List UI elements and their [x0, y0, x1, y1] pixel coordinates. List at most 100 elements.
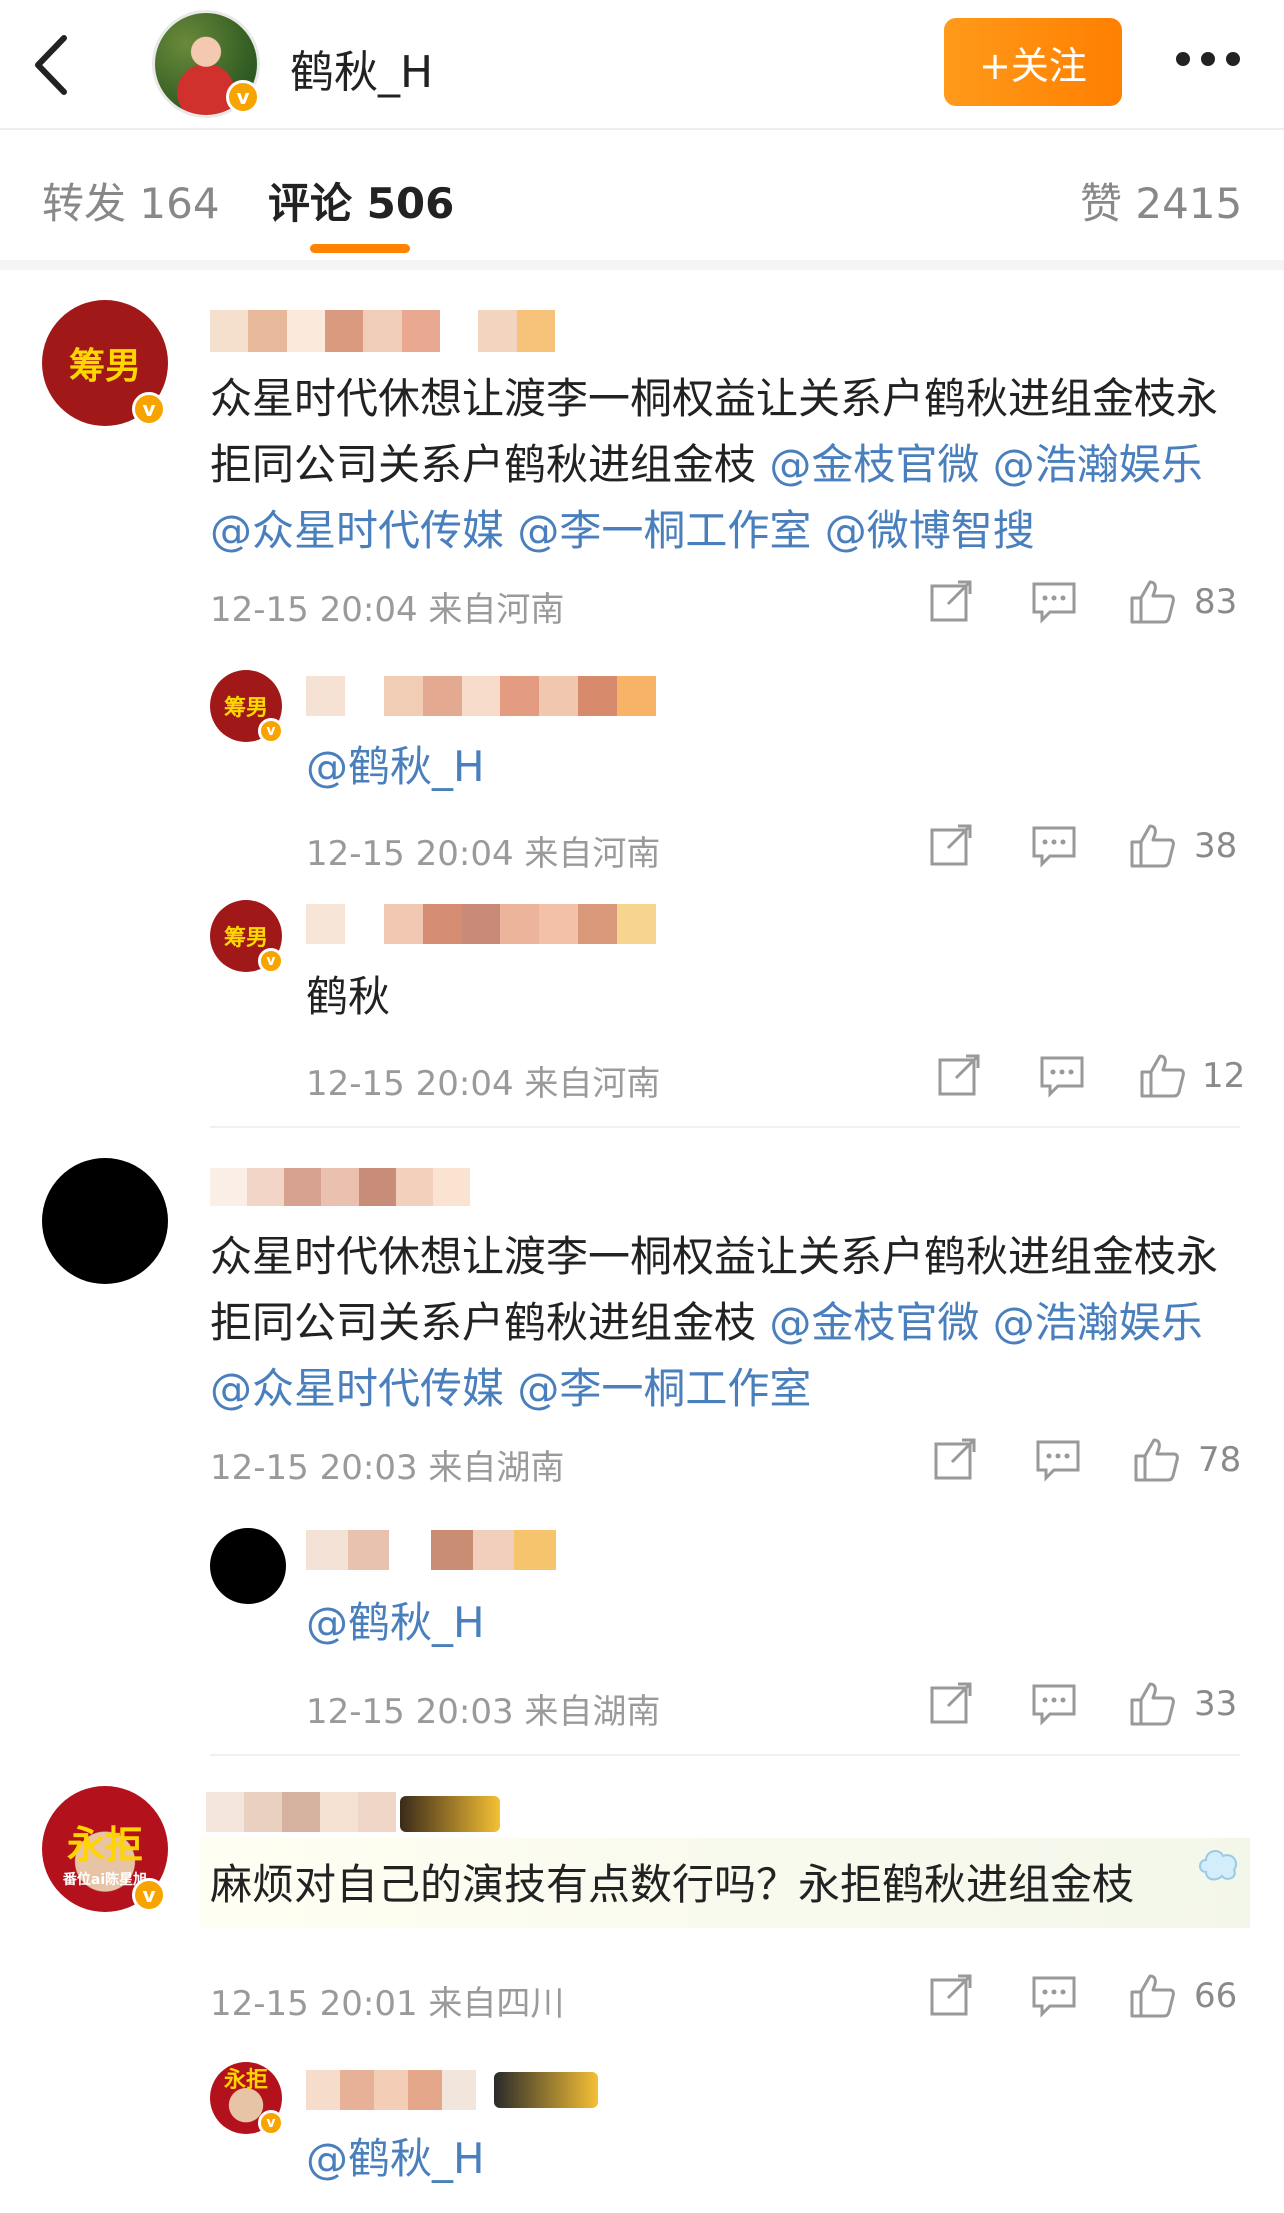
- tab-repost-count: 164: [139, 179, 220, 228]
- author-name[interactable]: 鹤秋_H: [290, 36, 433, 100]
- header-divider: [0, 128, 1284, 130]
- more-options-button[interactable]: [1176, 52, 1240, 72]
- blurred-username[interactable]: [206, 1792, 396, 1832]
- avatar-text: 永拒: [66, 1822, 143, 1867]
- reply-meta: 12-15 20:04 来自河南: [306, 1056, 660, 1105]
- thumbs-up-icon: [1134, 1438, 1179, 1482]
- mention-link[interactable]: @微博智搜: [825, 506, 1035, 555]
- verified-badge-icon: v: [258, 948, 284, 974]
- like-button[interactable]: [1132, 1436, 1180, 1482]
- share-button[interactable]: [932, 1438, 980, 1482]
- reply-location: 来自湖南: [524, 1692, 661, 1732]
- comment-divider: [210, 1754, 1240, 1756]
- share-button[interactable]: [928, 1682, 976, 1726]
- share-icon: [930, 1682, 972, 1724]
- like-count: 78: [1198, 1440, 1242, 1480]
- mention-link[interactable]: @众星时代传媒: [210, 506, 504, 555]
- mention-link[interactable]: @众星时代传媒: [210, 1364, 504, 1413]
- mention-link[interactable]: @鹤秋_H: [306, 734, 485, 800]
- blurred-username[interactable]: [306, 676, 657, 716]
- comment-divider: [210, 1126, 1240, 1128]
- mention-link[interactable]: @浩瀚娱乐: [993, 440, 1203, 489]
- mention-link[interactable]: @鹤秋_H: [306, 1590, 485, 1656]
- blurred-username[interactable]: [306, 2070, 476, 2110]
- like-count: 12: [1202, 1056, 1246, 1096]
- comment-icon: [1032, 1976, 1076, 2018]
- tab-comment-count: 506: [366, 179, 455, 228]
- tab-like-count: 2415: [1135, 179, 1243, 228]
- share-button[interactable]: [928, 1974, 976, 2018]
- back-button[interactable]: [28, 30, 78, 100]
- user-badge: [494, 2072, 598, 2108]
- cloud-decoration-icon: [1196, 1842, 1242, 1888]
- thumbs-up-icon: [1130, 1682, 1175, 1726]
- share-icon: [930, 824, 972, 866]
- reply-text: 鹤秋: [306, 972, 391, 1021]
- like-button[interactable]: [1128, 1972, 1176, 2018]
- thumbs-up-icon: [1130, 1974, 1175, 2018]
- like-count: 66: [1194, 1976, 1238, 2016]
- like-button[interactable]: [1128, 822, 1176, 868]
- reply-button[interactable]: [1030, 1974, 1078, 2018]
- reply-button[interactable]: [1038, 1054, 1086, 1098]
- reply-time: 12-15 20:04: [306, 1064, 514, 1104]
- comment-text: 麻烦对自己的演技有点数行吗？永拒鹤秋进组金枝: [210, 1860, 1135, 1909]
- comment-meta: 12-15 20:01 来自四川: [210, 1976, 564, 2025]
- avatar-text: 筹男: [68, 346, 141, 387]
- comment-icon: [1032, 582, 1076, 624]
- mention-link[interactable]: @金枝官微: [769, 1298, 979, 1347]
- more-dot-icon: [1226, 52, 1240, 66]
- reply-meta: 12-15 20:03 来自湖南: [306, 1684, 660, 1733]
- follow-button[interactable]: +关注: [944, 18, 1122, 106]
- like-button[interactable]: [1128, 578, 1176, 624]
- blurred-username[interactable]: [210, 310, 555, 352]
- share-button[interactable]: [928, 580, 976, 624]
- tab-repost[interactable]: 转发 164: [42, 170, 220, 231]
- share-button[interactable]: [928, 824, 976, 868]
- reply-button[interactable]: [1030, 1682, 1078, 1726]
- tab-like[interactable]: 赞 2415: [1080, 170, 1242, 231]
- mention-link[interactable]: @李一桐工作室: [517, 1364, 811, 1413]
- reply-button[interactable]: [1034, 1438, 1082, 1482]
- commenter-avatar[interactable]: [42, 1158, 168, 1284]
- share-button[interactable]: [936, 1054, 984, 1098]
- reply-button[interactable]: [1030, 580, 1078, 624]
- reply-meta: 12-15 20:04 来自河南: [306, 826, 660, 875]
- like-count: 33: [1194, 1684, 1238, 1724]
- mention-link[interactable]: @鹤秋_H: [306, 2126, 485, 2192]
- share-icon: [934, 1438, 976, 1480]
- comment-meta: 12-15 20:04 来自河南: [210, 582, 564, 631]
- share-icon: [930, 580, 972, 622]
- mention-link[interactable]: @浩瀚娱乐: [993, 1298, 1203, 1347]
- mention-link[interactable]: @李一桐工作室: [517, 506, 811, 555]
- reply-time: 12-15 20:04: [306, 834, 514, 874]
- comment-text: 众星时代休想让渡李一桐权益让关系户鹤秋进组金枝永拒同公司关系户鹤秋进组金枝 @金…: [210, 366, 1250, 564]
- like-count: 38: [1194, 826, 1238, 866]
- like-button[interactable]: [1138, 1052, 1186, 1098]
- replier-avatar[interactable]: [210, 1528, 286, 1604]
- avatar-text: 筹男: [223, 696, 268, 721]
- share-icon: [938, 1054, 980, 1096]
- avatar-text: 筹男: [223, 926, 268, 951]
- tab-comment[interactable]: 评论 506: [268, 170, 454, 231]
- reply-time: 12-15 20:03: [306, 1692, 514, 1732]
- tab-comment-label: 评论: [268, 179, 353, 228]
- comment-time: 12-15 20:03: [210, 1448, 418, 1488]
- blurred-username[interactable]: [210, 1168, 470, 1206]
- comment-meta: 12-15 20:03 来自湖南: [210, 1440, 564, 1489]
- blurred-username[interactable]: [306, 904, 657, 944]
- blurred-username[interactable]: [306, 1530, 557, 1570]
- more-dot-icon: [1201, 52, 1215, 66]
- like-button[interactable]: [1128, 1680, 1176, 1726]
- comment-time: 12-15 20:01: [210, 1984, 418, 2024]
- thumbs-up-icon: [1140, 1054, 1185, 1098]
- reply-button[interactable]: [1030, 824, 1078, 868]
- mention-link[interactable]: @金枝官微: [769, 440, 979, 489]
- share-icon: [930, 1974, 972, 2016]
- chevron-left-icon: [35, 35, 67, 95]
- verified-badge-icon: v: [258, 2110, 284, 2136]
- verified-badge-icon: v: [132, 392, 166, 426]
- verified-badge-icon: v: [132, 1878, 166, 1912]
- reply-location: 来自河南: [524, 834, 661, 874]
- comment-location: 来自湖南: [428, 1448, 565, 1488]
